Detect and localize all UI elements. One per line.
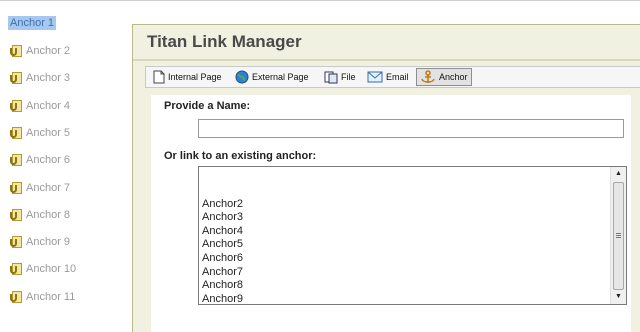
editor-anchor-label: Anchor 8 [26,208,71,221]
tab-label: Anchor [439,72,468,82]
editor-anchor[interactable]: Anchor 3 [10,70,70,86]
anchor-name-input[interactable] [198,119,624,138]
editor-anchor[interactable]: Anchor 6 [10,152,70,168]
list-item[interactable]: Anchor3 [199,211,611,225]
editor-anchor[interactable]: Anchor 5 [10,125,70,141]
anchor-options: Anchor2 Anchor3 Anchor4 Anchor5 Anchor6 Ancho… [199,184,611,304]
anchor-listbox[interactable]: Anchor2 Anchor3 Anchor4 Anchor5 Anchor6 Ancho… [198,166,627,305]
tab-email[interactable]: Email [363,68,413,86]
anchor-icon [10,153,25,167]
name-label: Provide a Name: [164,100,251,112]
anchor-icon [10,99,25,113]
tab-label: Email [386,72,409,82]
anchor-icon [10,181,25,195]
editor-anchor-label: Anchor 7 [26,181,71,194]
anchor-icon [10,44,25,58]
editor-anchor[interactable]: Anchor 11 [10,289,75,305]
tab-label: Internal Page [168,72,222,82]
anchor-icon [10,208,25,222]
list-item[interactable]: Anchor9 [199,293,611,304]
anchor-panel: Provide a Name: Or link to an existing a… [151,95,631,332]
anchor-icon [10,71,25,85]
existing-anchor-label: Or link to an existing anchor: [164,150,317,162]
editor-anchor-label: Anchor 1 [10,17,55,29]
list-item[interactable]: Anchor4 [199,225,611,239]
page-icon [153,70,165,84]
editor-anchor-label: Anchor 10 [26,263,77,276]
list-item[interactable] [199,184,611,198]
dialog-title: Titan Link Manager [147,32,302,51]
editor-anchor[interactable]: Anchor 7 [10,180,70,196]
editor-anchor[interactable]: Anchor 4 [10,98,70,114]
file-icon [324,71,338,84]
title-divider [133,59,640,61]
list-item[interactable]: Anchor6 [199,252,611,266]
editor-anchor-selected[interactable]: Anchor 1 [8,16,57,30]
editor-anchor-label: Anchor 4 [26,99,71,112]
editor-anchor[interactable]: Anchor 8 [10,207,70,223]
list-item[interactable]: Anchor7 [199,266,611,280]
tab-label: File [341,72,356,82]
editor-anchor[interactable]: Anchor 10 [10,261,76,277]
editor-anchor-label: Anchor 2 [26,45,71,57]
tab-file[interactable]: File [320,68,360,86]
list-item[interactable]: Anchor5 [199,238,611,252]
editor-anchor-label: Anchor 5 [26,126,71,139]
editor-anchor[interactable]: Anchor 2 [10,43,70,59]
email-icon [367,71,383,83]
list-item[interactable]: Anchor2 [199,198,611,212]
listbox-scrollbar[interactable]: ▲ ▼ [610,167,626,304]
tab-external-page[interactable]: External Page [231,68,313,86]
editor-anchor-label: Anchor 6 [26,154,71,167]
grip-icon [616,233,621,238]
link-type-toolbar: Internal Page External Page File Email A… [145,66,640,88]
globe-icon [235,70,249,84]
scroll-up-arrow-icon[interactable]: ▲ [611,167,626,181]
anchor-icon [10,262,25,276]
scroll-thumb[interactable] [613,182,624,290]
editor-anchor[interactable]: Anchor 9 [10,234,70,250]
anchor-icon [10,126,25,140]
tab-label: External Page [252,72,309,82]
anchor-icon [10,290,25,304]
tab-internal-page[interactable]: Internal Page [149,68,226,86]
editor-anchor-label: Anchor 11 [26,290,76,303]
editor-top-border [0,0,640,1]
anchor-icon [421,69,435,83]
list-item[interactable]: Anchor8 [199,279,611,293]
tab-anchor[interactable]: Anchor [416,68,472,86]
editor-anchor-label: Anchor 3 [26,72,71,85]
link-manager-dialog: Titan Link Manager Internal Page Externa… [132,24,640,332]
editor-anchor-label: Anchor 9 [26,236,71,249]
scroll-down-arrow-icon[interactable]: ▼ [611,290,626,304]
anchor-icon [10,235,25,249]
